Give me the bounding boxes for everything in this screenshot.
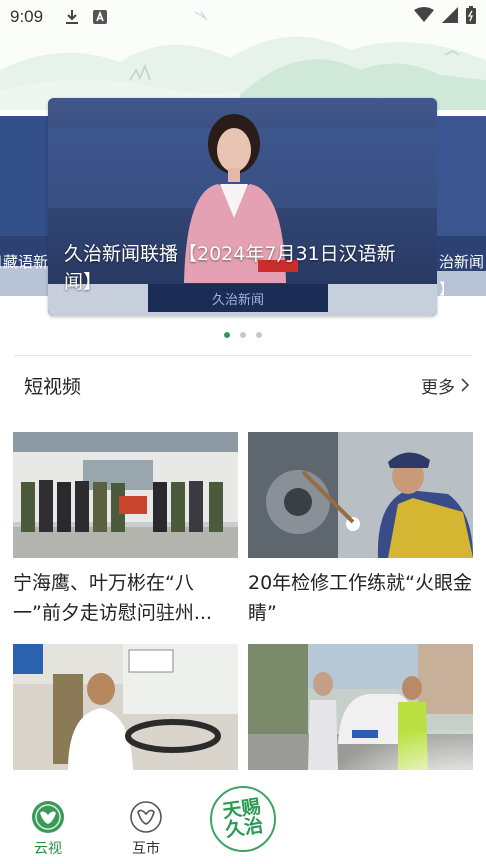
short-video-header: 短视频 更多 <box>24 370 470 400</box>
nav-label-yunshi: 云视 <box>34 841 62 857</box>
nav-item-hushi[interactable]: 互市 <box>106 800 186 858</box>
chevron-right-icon <box>461 378 470 392</box>
hushi-icon <box>130 801 162 833</box>
carousel-next-title: 治新闻 <box>439 253 485 271</box>
center-logo-button[interactable]: 天赐 久治 <box>210 786 276 852</box>
battery-icon <box>466 6 476 28</box>
divider <box>14 355 472 356</box>
carousel-main-title: 久治新闻联播【2024年7月31日汉语新闻】 <box>64 243 396 293</box>
nav-label-hushi: 互市 <box>132 841 160 857</box>
nav-overlay <box>300 730 486 864</box>
carousel-prev-title: 日藏语新 <box>0 253 48 271</box>
brand-logo: 天赐 久治 <box>221 795 265 842</box>
status-time: 9:09 <box>10 7 44 26</box>
video-card[interactable]: 宁海鹰、叶万彬在“八一”前夕走访慰问驻州... <box>13 432 238 628</box>
carousel-dot[interactable] <box>256 332 262 338</box>
signal-icon <box>442 7 458 27</box>
video-thumbnail <box>248 432 473 558</box>
news-carousel[interactable]: 日藏语新 久治新闻 久治新闻联播【2024年7月31日汉语新闻】 <box>0 98 486 320</box>
status-bar: 9:09 <box>0 0 486 34</box>
video-title: 宁海鹰、叶万彬在“八一”前夕走访慰问驻州... <box>13 572 212 624</box>
a-badge-icon <box>93 10 108 24</box>
carousel-next-title-line2: 】 <box>439 280 455 296</box>
carousel-dot[interactable] <box>224 332 230 338</box>
video-thumbnail <box>13 432 238 558</box>
more-label: 更多 <box>421 377 455 398</box>
video-card[interactable]: 20年检修工作练就“火眼金睛” <box>248 432 473 628</box>
carousel-prev-card[interactable]: 日藏语新 <box>0 116 48 296</box>
nav-item-yunshi[interactable]: 云视 <box>8 800 88 858</box>
video-thumbnail <box>13 644 238 770</box>
section-title: 短视频 <box>24 375 82 398</box>
yunshi-icon <box>32 801 64 833</box>
more-button[interactable]: 更多 <box>421 373 470 398</box>
video-title: 20年检修工作练就“火眼金睛” <box>248 572 473 624</box>
carousel-next-card[interactable]: 治新闻 】 <box>437 116 486 296</box>
carousel-indicator <box>0 332 486 338</box>
carousel-main-card[interactable]: 久治新闻 久治新闻联播【2024年7月31日汉语新闻】 <box>48 98 437 316</box>
download-icon <box>65 9 79 25</box>
carousel-dot[interactable] <box>240 332 246 338</box>
wifi-icon <box>414 7 434 27</box>
